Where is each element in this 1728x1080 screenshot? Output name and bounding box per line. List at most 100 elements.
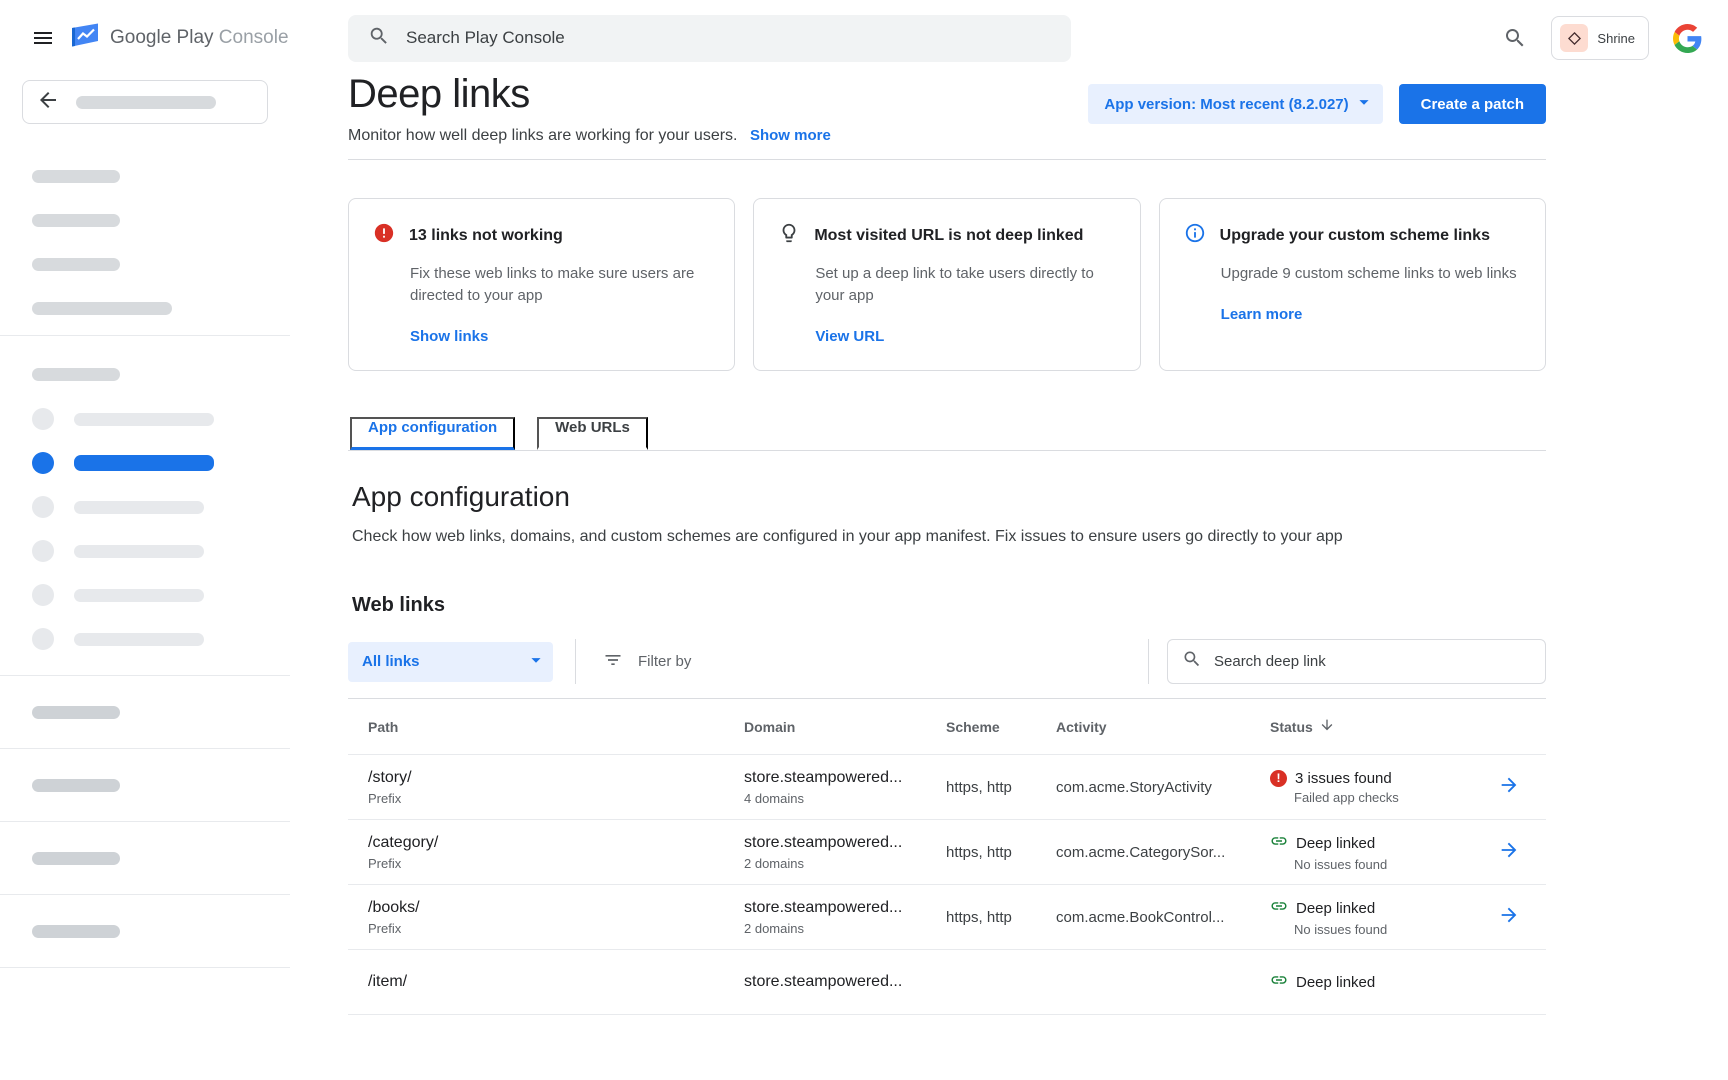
row-open-button[interactable] [1498,774,1546,801]
app-name-label: Shrine [1597,31,1635,46]
show-more-link[interactable]: Show more [750,127,831,144]
sidebar-nav-item[interactable] [0,485,290,529]
sidebar-nav-item[interactable] [0,573,290,617]
skeleton-bar [32,779,120,792]
domain-cell: store.steampowered... 4 domains [744,769,946,806]
info-icon [1184,222,1206,249]
chevron-down-icon [1353,91,1375,117]
skeleton-bar [32,368,120,381]
web-links-heading: Web links [352,594,1546,617]
google-account-icon[interactable] [1673,24,1702,53]
domain-value: store.steampowered... [744,834,946,852]
create-patch-button[interactable]: Create a patch [1399,84,1546,124]
column-header-path: Path [368,719,744,735]
activity-cell: com.acme.BookControl... [1056,909,1270,926]
path-value: /books/ [368,899,744,917]
skeleton-circle [32,408,54,430]
link-icon [1270,971,1288,993]
sidebar-nav-item[interactable] [0,617,290,661]
card-title: Most visited URL is not deep linked [814,227,1083,245]
table-row[interactable]: /item/ store.steampowered... Deep linked [348,950,1546,1015]
domain-value: store.steampowered... [744,769,946,787]
main-area: Shrine Deep links Monitor how well deep … [290,0,1728,1080]
skeleton-bar [76,96,216,109]
row-open-button[interactable] [1498,839,1546,866]
table-row[interactable]: /category/ Prefix store.steampowered... … [348,820,1546,885]
global-search[interactable] [348,15,1071,62]
sidebar-nav-item[interactable] [0,529,290,573]
sidebar: Google Play Console [0,0,290,1080]
scheme-cell: https, http [946,909,1056,926]
hamburger-menu-icon[interactable] [31,26,55,50]
tab-app-configuration[interactable]: App configuration [350,417,515,450]
app-version-label: App version: Most recent (8.2.027) [1104,96,1348,113]
card-header: Upgrade your custom scheme links [1184,222,1521,249]
sort-descending-icon[interactable] [1319,717,1335,736]
deep-link-search-input[interactable] [1214,653,1531,670]
column-header-activity: Activity [1056,719,1270,735]
deep-link-search[interactable] [1167,639,1546,684]
sidebar-divider [0,335,290,336]
app-switcher-chip[interactable]: Shrine [1551,16,1649,60]
status-detail: No issues found [1294,922,1498,937]
status-line: Deep linked [1270,971,1498,993]
skeleton-bar [74,501,204,514]
search-icon-button[interactable] [1503,26,1527,50]
skeleton-bar [32,170,120,183]
table-header-row: Path Domain Scheme Activity Status [348,699,1546,755]
filter-by-button[interactable]: Filter by [575,639,1148,684]
path-type: Prefix [368,856,744,871]
arrow-forward-icon [1498,904,1520,931]
sidebar-nav-item-selected[interactable] [0,441,290,485]
column-header-scheme: Scheme [946,719,1056,735]
skeleton-circle [32,452,54,474]
table-row[interactable]: /books/ Prefix store.steampowered... 2 d… [348,885,1546,950]
path-cell: /books/ Prefix [368,899,744,936]
app-version-dropdown[interactable]: App version: Most recent (8.2.027) [1088,84,1382,124]
show-links-link[interactable]: Show links [410,328,488,345]
skeleton-bar [32,852,120,865]
card-body: Fix these web links to make sure users a… [410,263,710,307]
domain-value: store.steampowered... [744,899,946,917]
link-icon [1270,832,1288,854]
status-cell: ! 3 issues found Failed app checks [1270,770,1498,805]
status-cell: Deep linked No issues found [1270,832,1498,872]
skeleton-bar [74,633,204,646]
search-icon [1182,649,1202,674]
search-icon [368,25,390,52]
column-header-status[interactable]: Status [1270,717,1498,736]
page-header-actions: App version: Most recent (8.2.027) Creat… [1088,84,1546,145]
domain-cell: store.steampowered... 2 domains [744,834,946,871]
path-type: Prefix [368,791,744,806]
sidebar-header: Google Play Console [0,0,290,54]
play-console-flag-icon [69,22,101,54]
skeleton-bar [74,589,204,602]
row-open-button[interactable] [1498,904,1546,931]
skeleton-circle [32,496,54,518]
card-header: 13 links not working [373,222,710,249]
logo-text: Google Play Console [110,27,289,49]
google-play-console-logo[interactable]: Google Play Console [69,22,289,54]
tab-web-urls[interactable]: Web URLs [537,417,648,450]
back-navigation-button[interactable] [22,80,268,124]
table-filter-bar: All links Filter by [348,639,1546,699]
table-row[interactable]: /story/ Prefix store.steampowered... 4 d… [348,755,1546,820]
sidebar-nav-item[interactable] [0,397,290,441]
view-url-link[interactable]: View URL [815,328,884,345]
path-cell: /story/ Prefix [368,769,744,806]
links-filter-dropdown[interactable]: All links [348,642,553,682]
scheme-cell: https, http [946,779,1056,796]
logo-text-primary: Google Play [110,27,214,48]
topbar-right: Shrine [1503,16,1702,60]
page-header: Deep links Monitor how well deep links a… [348,72,1546,145]
status-line: Deep linked [1270,832,1498,854]
status-value: Deep linked [1296,900,1375,917]
page-content: Deep links Monitor how well deep links a… [290,64,1728,1080]
scheme-cell: https, http [946,844,1056,861]
global-search-input[interactable] [406,28,1051,48]
skeleton-bar [74,545,204,558]
skeleton-circle [32,628,54,650]
sidebar-divider [0,894,290,895]
sidebar-divider [0,675,290,676]
learn-more-link[interactable]: Learn more [1221,306,1303,323]
